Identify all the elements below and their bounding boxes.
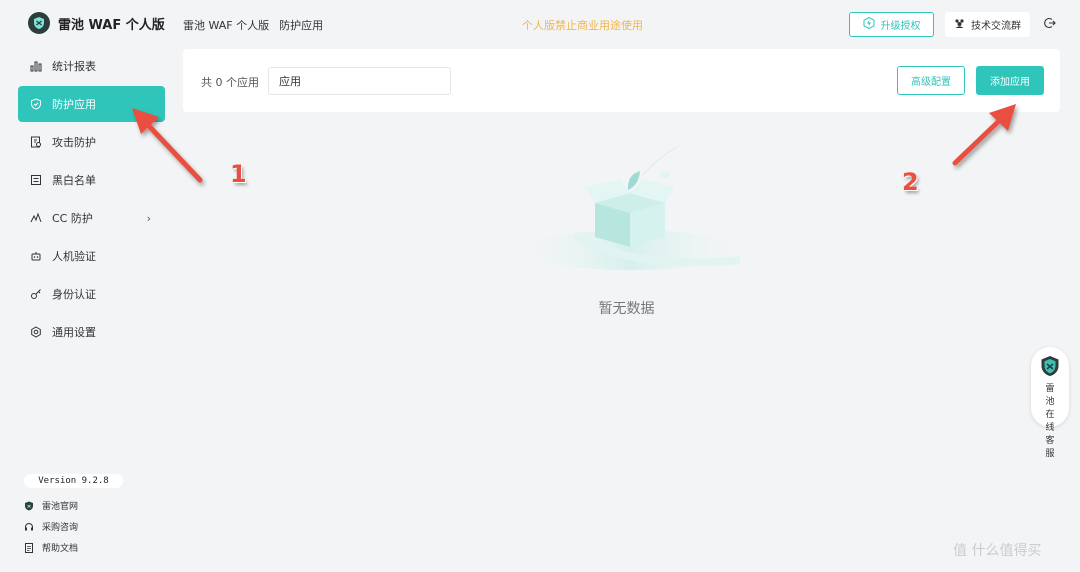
headset-icon (24, 522, 34, 532)
safeline-logo-icon (28, 12, 50, 34)
community-icon (954, 18, 965, 32)
version-badge: Version 9.2.8 (24, 474, 123, 488)
annotation-step-2: 2 (902, 168, 919, 196)
help-docs-link[interactable]: 帮助文档 (24, 537, 78, 558)
list-icon (30, 174, 42, 186)
gear-icon (30, 326, 42, 338)
sidebar-item-label: 统计报表 (52, 60, 96, 73)
bar-chart-icon (30, 60, 42, 72)
sidebar-item-allow-deny-list[interactable]: 黑白名单 (18, 162, 165, 198)
logout-button[interactable] (1040, 14, 1060, 34)
add-application-button[interactable]: 添加应用 (976, 66, 1044, 95)
app-name: 雷池 WAF 个人版 (58, 17, 165, 33)
sidebar-item-label: 黑白名单 (52, 174, 96, 187)
group-label: 技术交流群 (971, 21, 1021, 32)
lightning-icon (863, 16, 875, 32)
sidebar-item-cc-protection[interactable]: CC 防护 › (18, 200, 165, 236)
shield-logo-icon (24, 501, 34, 511)
watermark-text: 值 什么值得买 (953, 543, 1042, 559)
breadcrumb: 雷池 WAF 个人版 防护应用 (183, 17, 323, 33)
pulse-icon (30, 212, 42, 224)
sidebar-item-captcha[interactable]: 人机验证 (18, 238, 165, 274)
online-support-button[interactable]: 雷池在线客服 (1031, 347, 1069, 459)
safeline-logo-icon (1039, 355, 1061, 380)
sidebar-item-label: 通用设置 (52, 326, 96, 339)
purchase-consult-link[interactable]: 采购咨询 (24, 516, 78, 537)
app-logo[interactable]: 雷池 WAF 个人版 (28, 12, 165, 34)
document-shield-icon (30, 136, 42, 148)
sidebar-item-label: 防护应用 (52, 98, 96, 111)
sidebar-item-label: 攻击防护 (52, 136, 96, 149)
robot-icon (30, 250, 42, 262)
sidebar-item-general-settings[interactable]: 通用设置 (18, 314, 165, 350)
sidebar-item-stats[interactable]: 统计报表 (18, 48, 165, 84)
empty-state-text: 暂无数据 (0, 298, 1080, 318)
footer-link-label: 帮助文档 (42, 544, 79, 554)
sidebar: 雷池 WAF 个人版 统计报表 防护应用 攻击防护 黑白名单 CC 防护 › 人… (0, 0, 175, 572)
official-site-link[interactable]: 雷池官网 (24, 495, 78, 516)
shield-icon (30, 98, 42, 110)
tech-group-button[interactable]: 技术交流群 (945, 12, 1030, 37)
app-count: 共 0 个应用 (201, 76, 259, 89)
annotation-arrow-2 (952, 104, 1016, 166)
sidebar-item-attack-protection[interactable]: 攻击防护 (18, 124, 165, 160)
sidebar-footer: 雷池官网 采购咨询 帮助文档 (24, 495, 78, 558)
sidebar-item-label: CC 防护 (52, 212, 93, 225)
license-notice: 个人版禁止商业用途使用 (522, 19, 643, 32)
watermark: 值 什么值得买 (953, 540, 1041, 560)
document-icon (24, 542, 34, 553)
footer-link-label: 雷池官网 (42, 502, 79, 512)
sidebar-item-label: 人机验证 (52, 250, 96, 263)
apps-toolbar: 共 0 个应用 高级配置 添加应用 (183, 49, 1060, 112)
annotation-step-1: 1 (230, 160, 247, 188)
empty-box-illustration (515, 135, 745, 275)
upgrade-license-button[interactable]: 升级授权 (849, 12, 934, 37)
advanced-config-button[interactable]: 高级配置 (897, 66, 965, 95)
search-input[interactable] (268, 67, 451, 95)
upgrade-label: 升级授权 (880, 21, 921, 32)
chevron-right-icon: › (146, 211, 151, 225)
footer-link-label: 采购咨询 (42, 523, 79, 533)
support-label: 雷池在线客服 (1045, 384, 1055, 459)
empty-text-label: 暂无数据 (598, 301, 655, 317)
breadcrumb-root[interactable]: 雷池 WAF 个人版 (183, 17, 269, 33)
logout-icon (1044, 17, 1056, 32)
sidebar-item-protected-apps[interactable]: 防护应用 (18, 86, 165, 122)
breadcrumb-current: 防护应用 (279, 19, 324, 32)
